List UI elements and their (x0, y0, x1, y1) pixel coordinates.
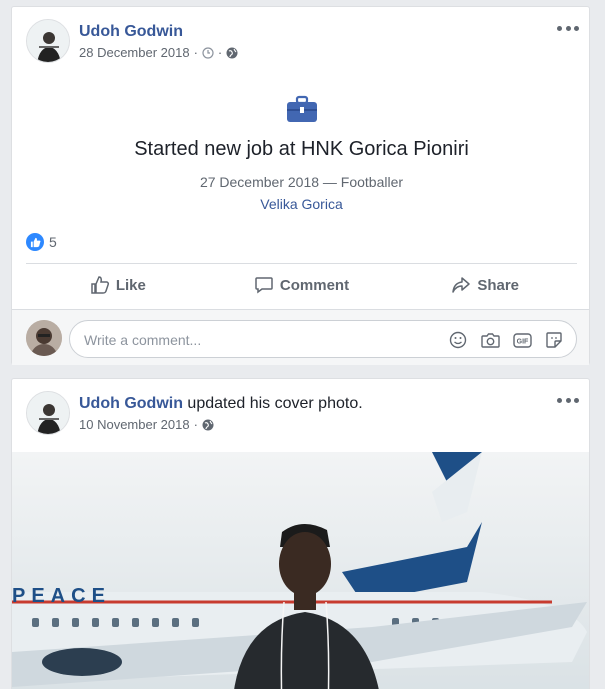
share-label: Share (477, 276, 520, 294)
meta-separator: · (193, 417, 198, 432)
author-avatar[interactable] (26, 19, 70, 63)
svg-text:GIF: GIF (516, 338, 528, 345)
meta-separator: · (193, 45, 198, 60)
emoji-icon[interactable] (448, 330, 468, 350)
more-options-icon[interactable] (557, 23, 579, 33)
reaction-count: 5 (49, 234, 57, 250)
gif-icon[interactable]: GIF (512, 330, 532, 350)
reactions-summary[interactable]: 5 (26, 233, 57, 251)
briefcase-icon (286, 95, 318, 123)
more-options-icon[interactable] (557, 395, 579, 405)
clock-icon (202, 46, 214, 59)
comment-placeholder: Write a comment... (84, 332, 202, 348)
post-meta: 28 December 2018 · · (79, 45, 238, 60)
job-location-link[interactable]: Velika Gorica (12, 196, 591, 212)
meta-separator: · (217, 45, 223, 60)
comment-bubble-icon (255, 277, 273, 294)
cover-photo-text: PEACE (12, 585, 111, 607)
camera-icon[interactable] (480, 330, 500, 350)
like-button[interactable]: Like (26, 265, 210, 305)
author-avatar[interactable] (26, 391, 70, 435)
like-label: Like (115, 276, 146, 294)
globe-icon[interactable] (202, 419, 214, 431)
comment-button[interactable]: Comment (210, 265, 394, 305)
comment-tools: GIF (448, 330, 564, 350)
comment-label: Comment (279, 276, 350, 294)
thumbs-up-icon (91, 276, 109, 294)
divider (26, 263, 577, 264)
sticker-icon[interactable] (544, 330, 564, 350)
globe-icon[interactable] (226, 47, 238, 59)
post-meta: 10 November 2018 · (79, 417, 214, 432)
share-arrow-icon (452, 277, 471, 293)
job-title: Started new job at HNK Gorica Pioniri (134, 138, 469, 160)
post-date[interactable]: 10 November 2018 (79, 417, 190, 432)
post-date[interactable]: 28 December 2018 (79, 45, 190, 60)
job-subtitle: 27 December 2018 — Footballer (199, 174, 404, 190)
like-reaction-icon (26, 233, 44, 251)
cover-photo[interactable]: PEACE (12, 452, 589, 689)
comment-input[interactable]: Write a comment... GIF (69, 320, 577, 358)
share-button[interactable]: Share (393, 265, 577, 305)
cover-photo-post-card: Udoh Godwin updated his cover photo. 10 … (11, 378, 590, 689)
author-name[interactable]: Udoh Godwin (79, 395, 183, 412)
job-post-card: Udoh Godwin 28 December 2018 · · Started… (11, 6, 590, 365)
post-actions: Like Comment Share (26, 265, 577, 305)
headline-text: updated his cover photo. (182, 395, 363, 412)
author-name[interactable]: Udoh Godwin (79, 23, 183, 41)
viewer-avatar[interactable] (26, 320, 62, 356)
post-headline: Udoh Godwin updated his cover photo. (79, 395, 363, 413)
comment-composer: Write a comment... GIF (12, 309, 589, 365)
